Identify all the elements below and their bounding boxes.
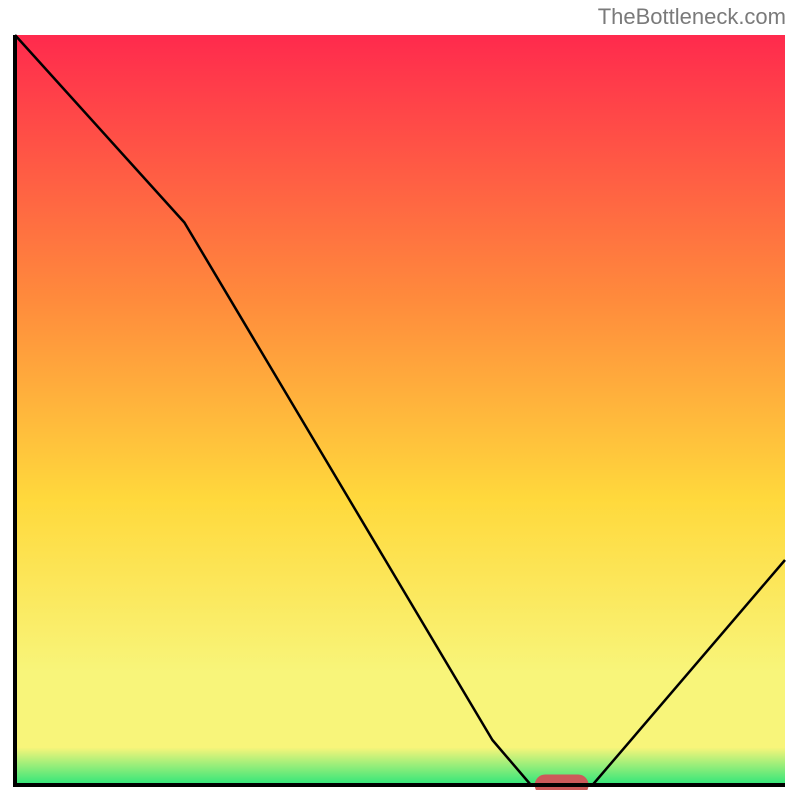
watermark-text: TheBottleneck.com	[598, 4, 786, 30]
bottleneck-chart	[10, 30, 790, 790]
chart-container: TheBottleneck.com	[0, 0, 800, 800]
